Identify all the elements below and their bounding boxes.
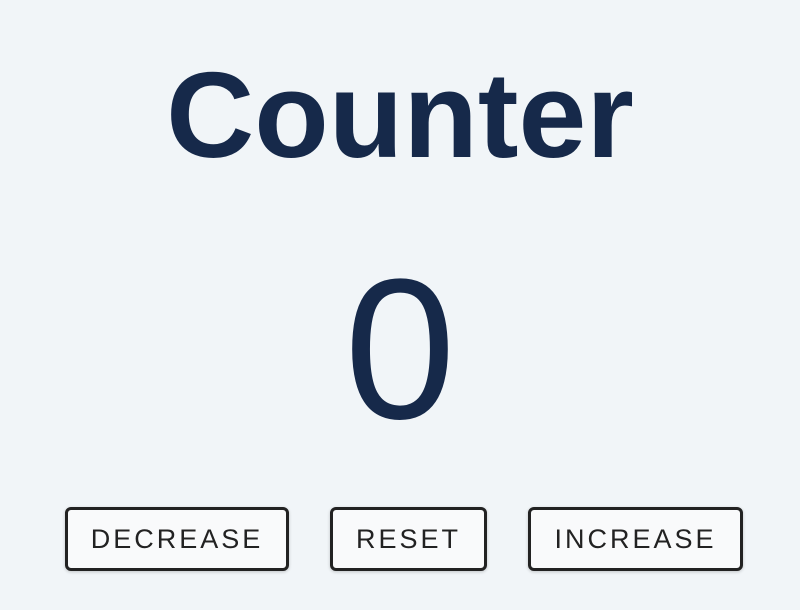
counter-value: 0 <box>344 238 456 461</box>
reset-button[interactable]: RESET <box>330 507 487 571</box>
page-title: Counter <box>166 47 634 183</box>
increase-button[interactable]: INCREASE <box>528 507 743 571</box>
decrease-button[interactable]: DECREASE <box>65 507 289 571</box>
